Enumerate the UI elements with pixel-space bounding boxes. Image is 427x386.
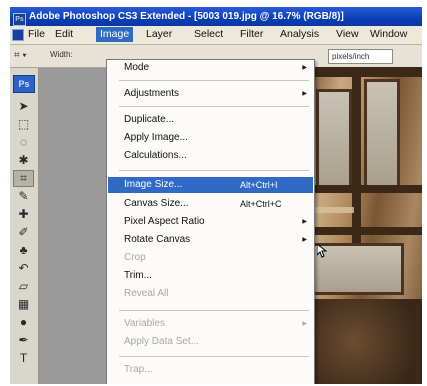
menu-edit[interactable]: Edit <box>51 27 77 42</box>
photoshop-app-icon: Ps <box>13 13 26 26</box>
lasso-tool-icon[interactable]: ◌ <box>13 134 34 151</box>
menu-item-trap: Trap... <box>124 364 153 375</box>
marquee-tool-icon[interactable]: ⬚ <box>13 116 34 133</box>
pen-tool-icon[interactable]: ✒ <box>13 332 34 349</box>
window-title: Adobe Photoshop CS3 Extended - [5003 019… <box>29 11 344 22</box>
mouse-pointer-icon <box>317 244 327 258</box>
menu-separator <box>119 106 309 107</box>
image-menu-dropdown: Mode ▶ Adjustments ▶ Duplicate... Apply Im… <box>106 59 327 384</box>
menu-item-canvas-size[interactable]: Canvas Size... Alt+Ctrl+C <box>108 196 313 212</box>
menu-item-apply-image[interactable]: Apply Image... <box>108 130 313 146</box>
menu-item-reveal-all: Reveal All <box>124 288 169 299</box>
submenu-arrow-icon: ▶ <box>302 91 307 97</box>
brush-tool-icon[interactable]: ✐ <box>13 224 34 241</box>
menu-analysis[interactable]: Analysis <box>276 27 323 42</box>
menu-bar: File Edit Image Layer Select Filter Anal… <box>10 26 422 45</box>
menu-item-calculations[interactable]: Calculations... <box>108 148 313 164</box>
crop-tool-icon[interactable]: ⌗ <box>13 170 34 187</box>
menu-item-adjustments[interactable]: Adjustments ▶ <box>108 86 313 102</box>
move-tool-icon[interactable]: ➤ <box>13 98 34 115</box>
eraser-icon[interactable]: ▱ <box>13 278 34 295</box>
submenu-arrow-icon: ▶ <box>302 65 307 71</box>
submenu-arrow-icon: ▶ <box>302 219 307 225</box>
submenu-arrow-icon: ▶ <box>302 237 307 243</box>
menu-separator <box>119 310 309 311</box>
menu-item-pixel-aspect-ratio[interactable]: Pixel Aspect Ratio ▶ <box>108 214 313 230</box>
submenu-arrow-icon: ▶ <box>302 321 307 327</box>
menu-item-duplicate[interactable]: Duplicate... <box>108 112 313 128</box>
menu-item-mode[interactable]: Mode ▶ <box>108 60 313 76</box>
width-label: Width: <box>50 50 73 59</box>
menu-image[interactable]: Image <box>96 27 134 42</box>
menu-layer[interactable]: Layer <box>142 27 176 42</box>
gradient-tool-icon[interactable]: ▦ <box>13 296 34 313</box>
menu-separator <box>119 80 309 81</box>
menu-item-image-size[interactable]: Image Size... Alt+Ctrl+I <box>108 177 313 193</box>
menu-file[interactable]: File <box>24 27 49 42</box>
clone-stamp-icon[interactable]: ♣ <box>13 242 34 259</box>
dodge-tool-icon[interactable]: ● <box>13 314 34 331</box>
crop-tool-icon[interactable]: ⌗ ▾ <box>14 49 38 62</box>
slice-tool-icon[interactable]: ✎ <box>13 188 34 205</box>
magic-wand-tool-icon[interactable]: ✱ <box>13 152 34 169</box>
text-tool-icon[interactable]: T <box>13 350 34 367</box>
menu-select[interactable]: Select <box>190 27 227 42</box>
resolution-units-select[interactable]: pixels/inch <box>328 49 393 64</box>
menu-separator <box>119 356 309 357</box>
toolbox: Ps ➤ ⬚ ◌ ✱ ⌗ ✎ ✚ ✐ ♣ ↶ ▱ ▦ ● ✒ T <box>10 68 39 384</box>
menu-item-rotate-canvas[interactable]: Rotate Canvas ▶ <box>108 232 313 248</box>
menu-item-crop: Crop <box>124 252 146 263</box>
menu-filter[interactable]: Filter <box>236 27 267 42</box>
photoshop-logo: Ps <box>13 75 35 93</box>
document-icon[interactable] <box>12 29 24 41</box>
menu-view[interactable]: View <box>332 27 363 42</box>
menu-item-apply-data-set: Apply Data Set... <box>124 336 200 347</box>
menu-item-trim[interactable]: Trim... <box>108 268 313 284</box>
healing-brush-icon[interactable]: ✚ <box>13 206 34 223</box>
title-bar: Ps Adobe Photoshop CS3 Extended - [5003 0… <box>10 7 422 26</box>
history-brush-icon[interactable]: ↶ <box>13 260 34 277</box>
menu-separator <box>119 170 309 171</box>
photoshop-window: Ps Adobe Photoshop CS3 Extended - [5003 0… <box>10 7 422 384</box>
menu-item-variables: Variables ▶ <box>108 316 313 332</box>
menu-window[interactable]: Window <box>366 27 411 42</box>
